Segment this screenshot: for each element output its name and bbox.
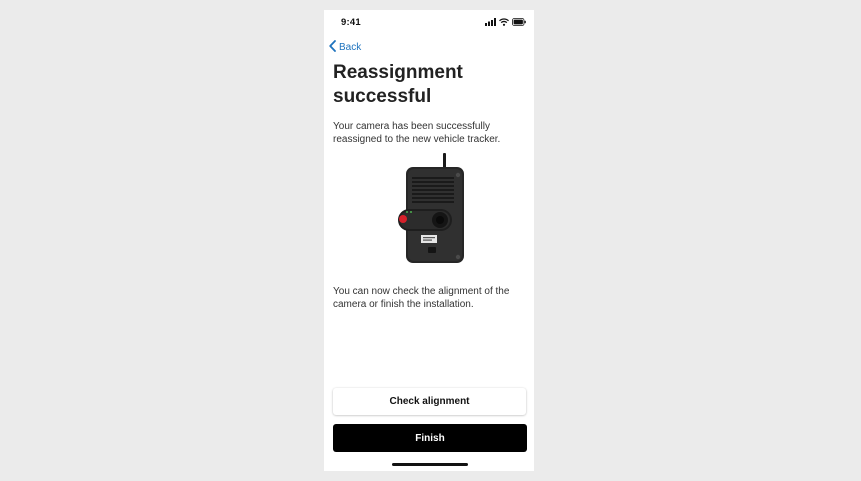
back-label: Back <box>339 41 362 53</box>
dashcam-device-illustration <box>394 153 468 265</box>
back-button[interactable]: Back <box>329 39 362 55</box>
status-time: 9:41 <box>341 17 361 28</box>
check-alignment-button[interactable]: Check alignment <box>333 388 526 415</box>
battery-icon <box>512 13 526 31</box>
follow-up-text: You can now check the alignment of the c… <box>333 286 510 310</box>
page-title: Reassignment successful <box>333 62 463 107</box>
status-bar: 9:41 <box>324 10 534 34</box>
finish-button[interactable]: Finish <box>333 424 527 452</box>
chevron-left-icon <box>329 39 339 55</box>
status-icons <box>485 18 526 26</box>
home-indicator <box>392 463 468 466</box>
success-description: Your camera has been successfully reassi… <box>333 121 501 145</box>
phone-screen: 9:41 Back Reassignment successful Your c… <box>324 10 534 471</box>
signal-icon <box>485 13 496 31</box>
wifi-icon <box>499 13 509 31</box>
